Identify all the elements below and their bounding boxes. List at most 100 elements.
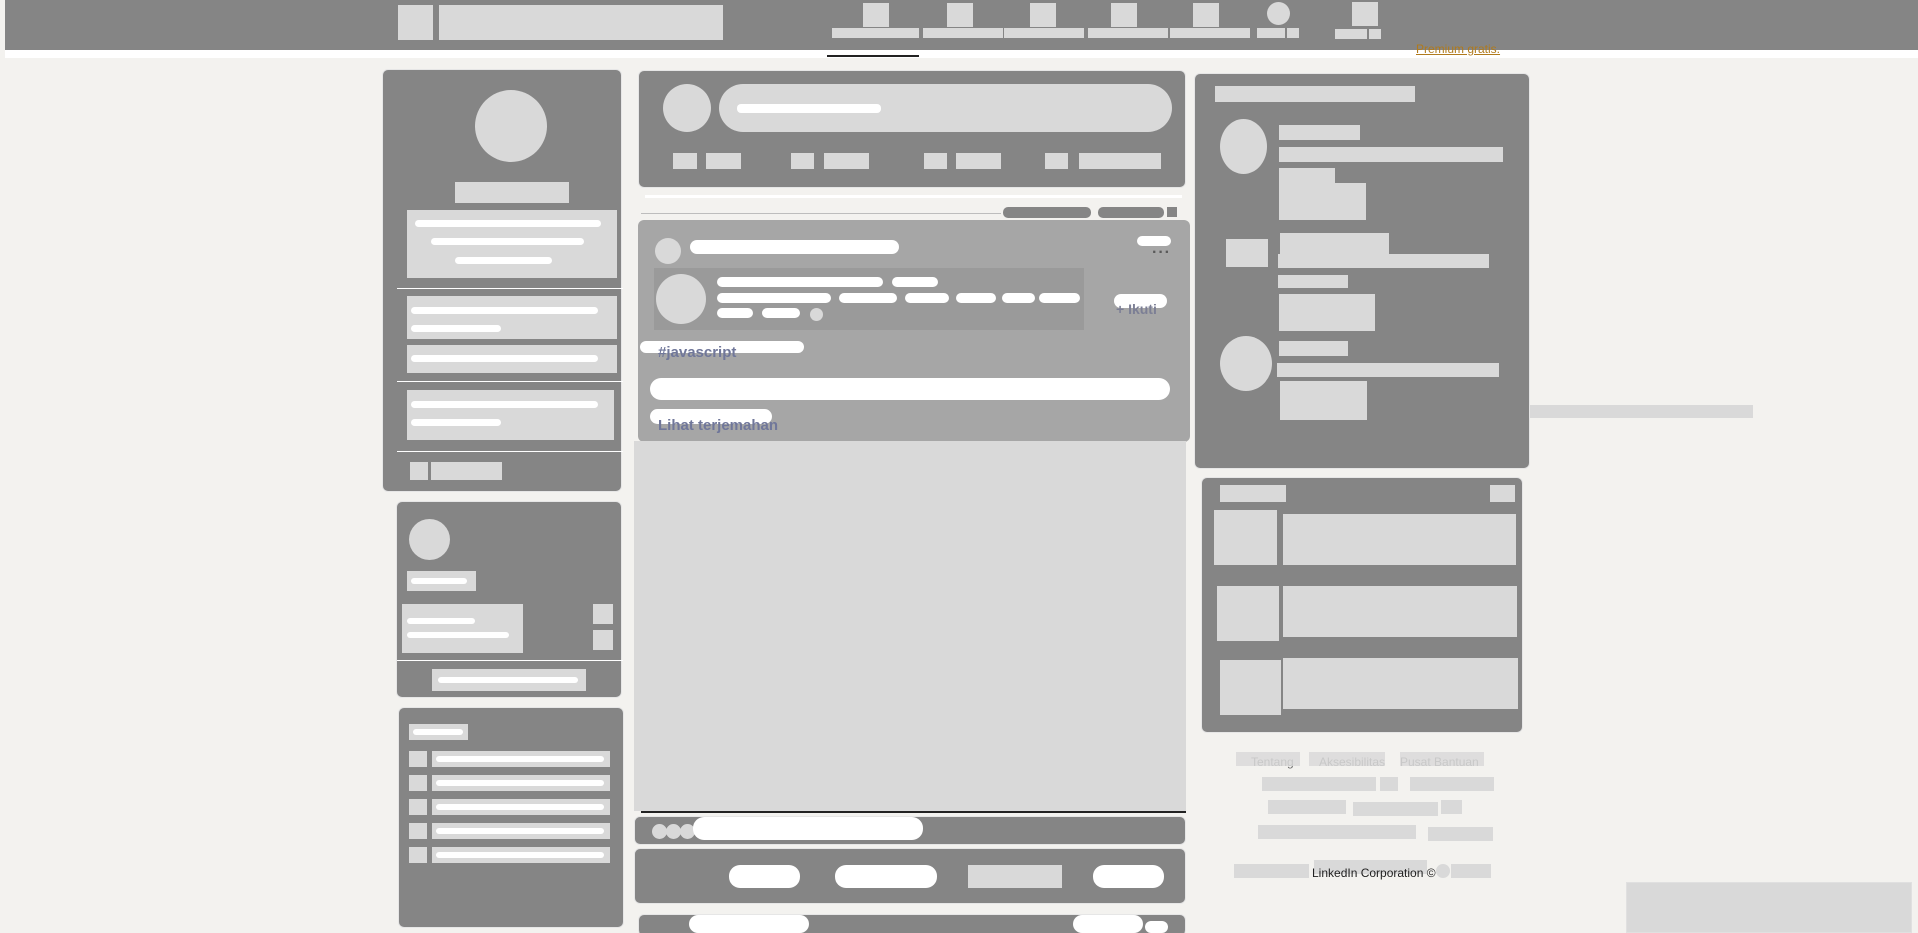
post-context-text — [689, 915, 809, 933]
recent-item[interactable] — [432, 823, 610, 839]
globe-icon — [810, 308, 823, 321]
suggestion-avatar[interactable] — [1220, 336, 1272, 391]
like-reaction-icon — [652, 824, 667, 839]
footer-link[interactable] — [1258, 825, 1416, 839]
footer-link[interactable] — [1380, 777, 1398, 791]
ad-image[interactable] — [1217, 586, 1279, 641]
group-icon — [409, 799, 427, 815]
next-feed-post — [638, 914, 1186, 933]
profile-avatar[interactable] — [475, 90, 547, 162]
connection-degree — [892, 277, 938, 287]
user-avatar[interactable] — [663, 84, 711, 132]
nav-label — [923, 28, 1003, 38]
liker-avatar[interactable] — [655, 238, 681, 264]
recent-item[interactable] — [432, 751, 610, 767]
follow-label[interactable]: + Ikuti — [1116, 301, 1157, 317]
post-image[interactable] — [634, 441, 1186, 811]
reaction-count[interactable] — [693, 817, 923, 840]
author-headline — [717, 293, 831, 303]
repost-button[interactable] — [968, 865, 1062, 888]
event-button[interactable] — [956, 153, 1001, 169]
suggestion-headline — [1277, 363, 1499, 377]
recent-item[interactable] — [432, 775, 610, 791]
ad-text[interactable] — [1283, 514, 1516, 565]
author-name[interactable] — [717, 277, 883, 287]
saved-items-link[interactable] — [431, 462, 502, 480]
author-headline — [1039, 293, 1080, 303]
see-all-pages-button[interactable] — [432, 669, 586, 691]
follow-suggestion-button[interactable] — [1279, 183, 1366, 220]
hashtag-link[interactable]: #javascript — [658, 344, 736, 361]
suggestion-avatar[interactable] — [1220, 119, 1267, 174]
home-icon — [863, 3, 889, 27]
comment-button[interactable] — [835, 865, 937, 888]
like-button[interactable] — [729, 865, 800, 888]
profile-viewers-stat[interactable] — [407, 296, 617, 339]
photo-button[interactable] — [706, 153, 741, 169]
group-icon — [409, 775, 427, 791]
post-impressions-stat[interactable] — [407, 345, 617, 373]
post-edited — [762, 308, 800, 318]
footer-link[interactable] — [1262, 777, 1376, 791]
footer-link[interactable] — [1428, 827, 1493, 841]
recent-item[interactable] — [432, 847, 610, 863]
footer-link[interactable] — [1441, 800, 1462, 814]
company-logo[interactable] — [1226, 239, 1268, 267]
start-post-input[interactable] — [719, 84, 1172, 132]
video-button[interactable] — [824, 153, 869, 169]
notification-icon[interactable] — [593, 604, 613, 624]
suggestion-name[interactable] — [1279, 341, 1348, 356]
author-avatar[interactable] — [656, 274, 706, 324]
footer-link[interactable] — [1400, 752, 1484, 766]
feed-post: ··· + Ikuti #javascript Lihat terjemahan — [638, 220, 1190, 442]
page-stats[interactable] — [402, 604, 523, 653]
bookmark-icon — [410, 462, 428, 480]
messaging-dock[interactable] — [1626, 882, 1912, 933]
premium-link[interactable]: Premium gratis. — [1416, 42, 1500, 56]
page-logo[interactable] — [409, 519, 450, 560]
more-options-icon[interactable] — [1490, 485, 1515, 502]
chevron-down-icon — [1287, 28, 1299, 38]
compose-icon[interactable] — [593, 630, 613, 650]
more-options-icon[interactable] — [1145, 921, 1168, 933]
suggestion-name[interactable] — [1280, 233, 1389, 254]
see-translation-link[interactable]: Lihat terjemahan — [658, 417, 778, 434]
footer-link[interactable] — [1309, 752, 1385, 766]
image-bottom-border — [641, 811, 1186, 813]
ad-text[interactable] — [1283, 586, 1517, 637]
recent-heading — [409, 724, 468, 740]
bell-icon — [1193, 3, 1219, 27]
footer-link[interactable] — [1234, 864, 1309, 878]
event-icon — [924, 153, 947, 169]
profile-name[interactable] — [455, 182, 569, 203]
follow-suggestion-button[interactable] — [1280, 381, 1367, 420]
recent-item[interactable] — [432, 799, 610, 815]
page-name[interactable] — [407, 571, 476, 591]
ad-image[interactable] — [1214, 510, 1277, 565]
footer-link[interactable] — [1353, 802, 1438, 816]
ad-image[interactable] — [1220, 660, 1281, 715]
ad-text[interactable] — [1283, 658, 1518, 709]
sort-by-dropdown[interactable] — [1098, 207, 1164, 218]
footer-link[interactable] — [1410, 777, 1494, 791]
suggestion-headline — [1278, 275, 1348, 288]
send-button[interactable] — [1093, 865, 1164, 888]
author-headline — [1002, 293, 1035, 303]
nav-label — [832, 28, 919, 38]
suggestion-name[interactable] — [1279, 125, 1360, 140]
footer-link[interactable] — [1268, 800, 1346, 814]
photo-icon — [673, 153, 697, 169]
footer-link[interactable] — [1236, 752, 1300, 766]
share-box — [638, 70, 1186, 188]
ellipsis-icon[interactable]: ··· — [1152, 244, 1171, 262]
share-box-shadow — [645, 195, 1182, 198]
follow-suggestion-button[interactable] — [1279, 294, 1375, 331]
footer-link[interactable] — [1451, 864, 1491, 878]
network-icon — [947, 3, 973, 27]
search-input[interactable] — [439, 5, 723, 40]
author-headline — [905, 293, 949, 303]
premium-promo[interactable] — [407, 390, 614, 440]
write-article-button[interactable] — [1079, 153, 1161, 169]
linkedin-logo-icon[interactable] — [398, 5, 433, 40]
top-navigation-bar — [5, 0, 1918, 50]
